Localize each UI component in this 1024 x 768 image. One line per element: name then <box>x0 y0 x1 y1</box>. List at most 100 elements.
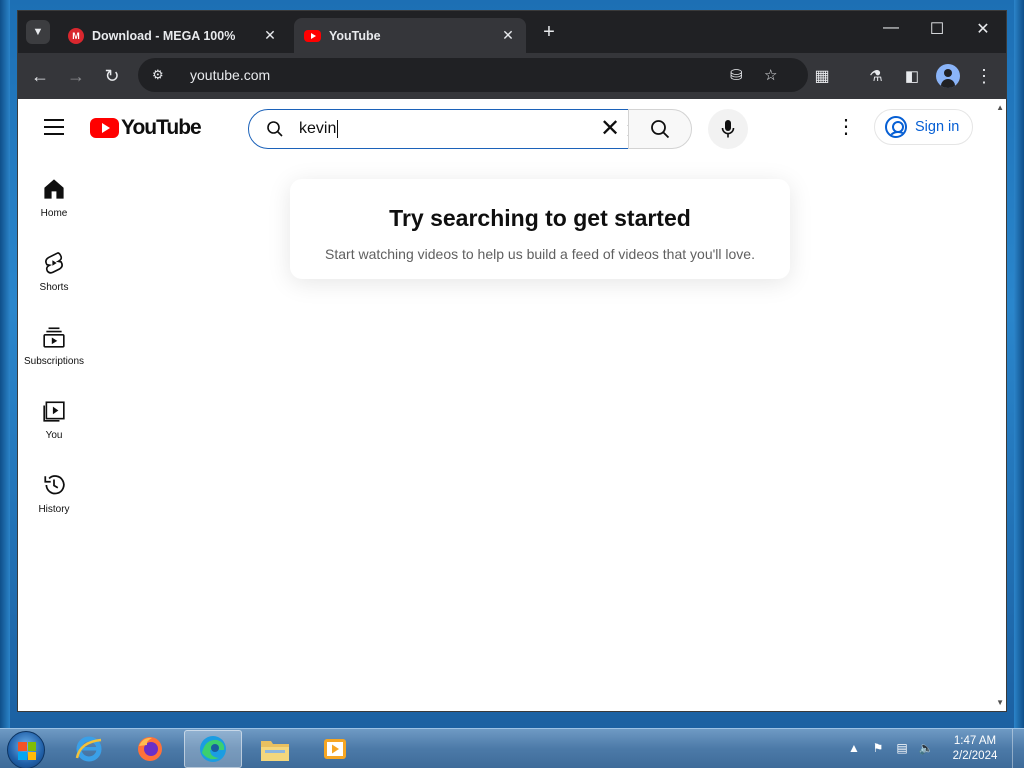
new-tab-button[interactable]: + <box>538 21 560 44</box>
side-panel-icon: ◧ <box>904 68 920 85</box>
desktop-background <box>1014 0 1024 728</box>
clock-date: 2/2/2024 <box>952 750 998 762</box>
address-bar[interactable]: ⚙ youtube.com ⛁ ☆ <box>138 58 808 92</box>
account-circle-icon <box>885 116 907 138</box>
close-tab-icon[interactable]: ✕ <box>500 27 516 44</box>
voice-search-button[interactable] <box>708 109 748 149</box>
show-desktop-button[interactable] <box>1012 729 1024 768</box>
install-app-icon[interactable]: ⛁ <box>730 66 743 84</box>
labs-button[interactable]: ⚗ <box>864 64 888 88</box>
windows-logo-icon <box>18 742 36 760</box>
microphone-icon <box>721 120 735 138</box>
guide-item-history[interactable]: History <box>18 453 90 527</box>
side-panel-button[interactable]: ◧ <box>900 64 924 88</box>
maximize-button[interactable]: ☐ <box>914 19 960 39</box>
media-player-icon <box>324 739 346 759</box>
chevron-down-icon: ▼ <box>32 26 44 38</box>
profile-button[interactable] <box>936 64 960 88</box>
edge-icon <box>200 736 226 762</box>
browser-menu-button[interactable]: ⋮ <box>972 64 996 88</box>
masthead: YouTube kevin I ✕ <box>18 99 1006 157</box>
guide-label: Home <box>40 208 68 219</box>
clock-time: 1:47 AM <box>953 735 997 747</box>
browser-window: ▼ M Download - MEGA 100% ✕ YouTube ✕ + —… <box>17 10 1007 712</box>
taskbar-internet-explorer[interactable] <box>60 730 118 768</box>
scroll-down-arrow-icon[interactable]: ▼ <box>996 698 1004 707</box>
arrow-right-icon: → <box>67 65 85 86</box>
tab-title: Download - MEGA 100% <box>92 28 236 43</box>
start-button[interactable] <box>7 731 45 768</box>
volume-muted-icon[interactable]: 🔈 <box>916 741 936 757</box>
forward-button[interactable]: → <box>64 64 88 88</box>
avatar-icon <box>944 69 952 77</box>
url-text: youtube.com <box>190 67 271 83</box>
guide-sidebar: Home Shorts Subscriptions You History <box>18 157 90 527</box>
bookmark-star-icon[interactable]: ☆ <box>764 66 777 84</box>
youtube-page: YouTube kevin I ✕ <box>18 99 1006 711</box>
clock[interactable]: 1:47 AM 2/2/2024 <box>940 734 1010 764</box>
youtube-icon <box>304 29 321 42</box>
tab-mega[interactable]: M Download - MEGA 100% ✕ <box>58 18 288 53</box>
search-button[interactable] <box>628 109 692 149</box>
taskbar: ▲ ⚑ ▤ 🔈 1:47 AM 2/2/2024 <box>0 728 1024 768</box>
empty-feed-prompt: Try searching to get started Start watch… <box>290 179 790 279</box>
search-input[interactable]: kevin I ✕ <box>248 109 632 149</box>
network-icon[interactable]: ▤ <box>892 741 912 757</box>
logo-text: YouTube <box>121 116 202 139</box>
prompt-body: Start watching videos to help us build a… <box>325 246 755 262</box>
guide-item-shorts[interactable]: Shorts <box>18 231 90 305</box>
system-tray: ▲ ⚑ ▤ 🔈 1:47 AM 2/2/2024 <box>844 729 1024 768</box>
minimize-button[interactable]: — <box>868 19 914 37</box>
guide-label: History <box>38 504 70 515</box>
taskbar-edge[interactable] <box>184 730 242 768</box>
file-explorer-icon <box>261 741 289 761</box>
subscriptions-icon <box>43 327 65 348</box>
taskbar-firefox[interactable] <box>121 730 179 768</box>
browser-toolbar: ← → ↻ ⚙ youtube.com ⛁ ☆ ▦ ⚗ ◧ ⋮ <box>18 53 1006 99</box>
search-query: kevin <box>299 119 339 138</box>
home-icon <box>44 179 64 199</box>
search-icon <box>651 120 670 139</box>
history-icon <box>44 475 65 495</box>
search-icon <box>267 121 283 137</box>
close-tab-icon[interactable]: ✕ <box>262 27 278 44</box>
scroll-up-arrow-icon[interactable]: ▲ <box>996 103 1004 112</box>
site-info-icon[interactable]: ⚙ <box>152 67 174 83</box>
firefox-icon <box>138 737 162 761</box>
puzzle-icon: ▦ <box>814 68 830 85</box>
taskbar-file-explorer[interactable] <box>246 730 304 768</box>
show-hidden-icons-icon[interactable]: ▲ <box>844 741 864 757</box>
tab-search-button[interactable]: ▼ <box>26 20 50 44</box>
tab-strip: ▼ M Download - MEGA 100% ✕ YouTube ✕ + —… <box>18 11 1006 53</box>
guide-item-home[interactable]: Home <box>18 157 90 231</box>
mega-icon: M <box>68 27 84 44</box>
tab-title: YouTube <box>329 28 381 43</box>
tab-youtube[interactable]: YouTube ✕ <box>294 18 526 53</box>
hamburger-menu-icon[interactable] <box>44 119 64 135</box>
youtube-logo[interactable]: YouTube <box>90 116 202 140</box>
reload-button[interactable]: ↻ <box>100 64 124 88</box>
taskbar-media-player[interactable] <box>306 730 364 768</box>
sign-in-label: Sign in <box>915 119 960 135</box>
guide-label: Subscriptions <box>23 356 85 367</box>
shorts-icon <box>45 252 63 274</box>
guide-item-subscriptions[interactable]: Subscriptions <box>18 305 90 379</box>
guide-label: Shorts <box>39 282 69 293</box>
reload-icon: ↻ <box>104 65 120 86</box>
kebab-menu-icon: ⋮ <box>975 65 993 86</box>
settings-menu-icon[interactable]: ⋮ <box>836 117 856 137</box>
close-window-button[interactable]: ✕ <box>960 19 1006 39</box>
guide-item-you[interactable]: You <box>18 379 90 453</box>
action-center-flag-icon[interactable]: ⚑ <box>868 741 888 757</box>
youtube-play-icon <box>90 118 119 138</box>
clear-search-icon[interactable]: ✕ <box>598 117 622 141</box>
back-button[interactable]: ← <box>28 64 52 88</box>
arrow-left-icon: ← <box>31 65 49 86</box>
internet-explorer-icon <box>75 736 102 762</box>
sign-in-button[interactable]: Sign in <box>874 109 973 145</box>
guide-label: You <box>45 430 63 441</box>
extensions-button[interactable]: ▦ <box>810 64 834 88</box>
desktop-background <box>0 0 10 728</box>
prompt-heading: Try searching to get started <box>389 205 691 231</box>
flask-icon: ⚗ <box>869 68 883 85</box>
